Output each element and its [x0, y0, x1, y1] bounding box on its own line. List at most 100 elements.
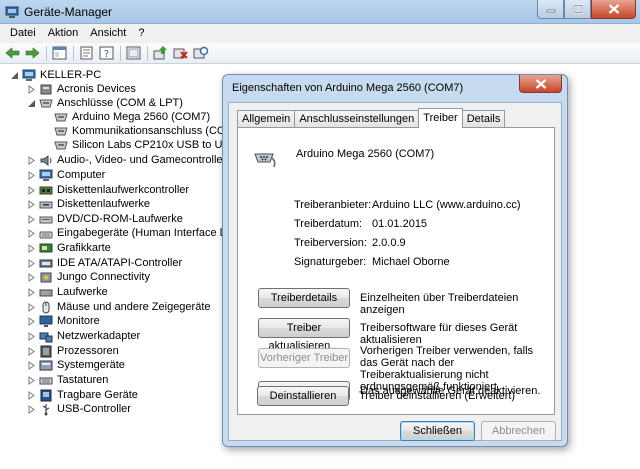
close-dialog-button[interactable]: Schließen [400, 421, 475, 441]
tree-category-monitors[interactable]: Monitore [27, 314, 100, 328]
floppy-icon [39, 201, 53, 208]
menu-datei[interactable]: Datei [4, 24, 42, 43]
tree-collapsed-icon[interactable] [27, 287, 36, 297]
tab-anschlusseinstellungen[interactable]: Anschlusseinstellungen [294, 110, 420, 127]
tab-details[interactable]: Details [461, 110, 506, 127]
tree-expanded-icon[interactable] [27, 99, 36, 108]
tree-collapsed-icon[interactable] [27, 375, 36, 385]
tree-category-graphics[interactable]: Grafikkarte [27, 241, 111, 255]
tree-category-network[interactable]: Netzwerkadapter [27, 329, 140, 343]
tree-collapsed-icon[interactable] [27, 228, 36, 238]
tree-category-cpu[interactable]: Prozessoren [27, 344, 119, 358]
tree-category-ide[interactable]: IDE ATA/ATAPI-Controller [27, 256, 182, 270]
tree-collapsed-icon[interactable] [27, 199, 36, 209]
close-window-button[interactable] [591, 0, 636, 19]
tree-category-mice[interactable]: Mäuse und andere Zeigegeräte [27, 300, 211, 314]
menu-bar: Datei Aktion Ansicht ? [0, 24, 640, 43]
tree-category-portable[interactable]: Tragbare Geräte [27, 388, 138, 402]
device-name: Arduino Mega 2560 (COM7) [296, 148, 435, 160]
tree-label: IDE ATA/ATAPI-Controller [57, 257, 183, 269]
processor-icon [40, 345, 52, 357]
tab-treiber[interactable]: Treiber [418, 108, 463, 128]
tree-collapsed-icon[interactable] [27, 214, 36, 224]
tree-category-floppy-controller[interactable]: Diskettenlaufwerkcontroller [27, 183, 189, 197]
tree-collapsed-icon[interactable] [27, 331, 36, 341]
forward-icon[interactable] [24, 45, 41, 61]
tree-label: Mäuse und andere Zeigegeräte [57, 301, 211, 313]
window-title: Geräte-Manager [24, 5, 113, 19]
tree-label: Computer [57, 169, 106, 181]
update-driver-button[interactable]: Treiber aktualisieren... [258, 318, 350, 352]
monitor-icon [39, 315, 53, 327]
console-tree-icon[interactable] [51, 45, 68, 61]
tree-root[interactable]: KELLER-PC [10, 68, 101, 82]
roll-back-driver-button[interactable]: Vorheriger Treiber [258, 348, 350, 368]
tree-root-label: KELLER-PC [40, 69, 102, 81]
uninstall-driver-button[interactable]: Deinstallieren [257, 386, 349, 406]
help-icon[interactable]: ? [98, 45, 115, 61]
cancel-button[interactable]: Abbrechen [481, 421, 556, 441]
tree-collapsed-icon[interactable] [27, 390, 36, 400]
uninstall-driver-desc: Treiber deinstallieren (Erweitert) [359, 390, 516, 402]
tree-category-audio[interactable]: Audio-, Video- und Gamecontroller [27, 153, 226, 167]
toolbar: ? [0, 43, 640, 64]
tree-category-system[interactable]: Systemgeräte [27, 358, 125, 372]
tree-label: Acronis Devices [57, 83, 136, 95]
uninstall-icon[interactable] [172, 45, 189, 61]
tree-device-com1[interactable]: Kommunikationsanschluss (COM1) [54, 124, 244, 138]
menu-aktion[interactable]: Aktion [42, 24, 85, 43]
tree-expanded-icon[interactable] [10, 71, 19, 80]
tree-category-jungo[interactable]: Jungo Connectivity [27, 270, 150, 284]
menu-help[interactable]: ? [132, 24, 150, 43]
menu-ansicht[interactable]: Ansicht [84, 24, 132, 43]
back-icon[interactable] [4, 45, 21, 61]
title-bar[interactable]: Geräte-Manager [0, 0, 640, 24]
tree-collapsed-icon[interactable] [27, 302, 36, 312]
digital-signer-label: Signaturgeber: [294, 256, 367, 268]
tree-label: Diskettenlaufwerke [57, 198, 150, 210]
tree-collapsed-icon[interactable] [27, 404, 36, 414]
tree-collapsed-icon[interactable] [27, 155, 36, 165]
tree-category-dvd[interactable]: DVD/CD-ROM-Laufwerke [27, 212, 183, 226]
tree-collapsed-icon[interactable] [27, 185, 36, 195]
scan-hardware-icon[interactable] [192, 45, 209, 61]
tree-label: Diskettenlaufwerkcontroller [57, 184, 190, 196]
graphics-card-icon [39, 243, 53, 252]
tree-label: Laufwerke [57, 286, 108, 298]
show-hide-icon[interactable] [125, 45, 142, 61]
dialog-body: Allgemein Anschlusseinstellungen Treiber… [228, 102, 562, 441]
tree-category-computer[interactable]: Computer [27, 168, 105, 182]
tree-collapsed-icon[interactable] [27, 272, 36, 282]
tree-collapsed-icon[interactable] [27, 346, 36, 356]
tree-category-acronis[interactable]: Acronis Devices [27, 82, 136, 96]
update-driver-icon[interactable] [152, 45, 169, 61]
minimize-button[interactable] [537, 0, 564, 19]
tree-category-drives[interactable]: Laufwerke [27, 285, 108, 299]
tree-category-hid[interactable]: Eingabegeräte (Human Interface Device [27, 226, 253, 240]
driver-details-desc: Einzelheiten über Treiberdateien anzeige… [360, 292, 519, 316]
device-manager-app-icon [5, 6, 19, 18]
controller-icon [39, 186, 53, 194]
portable-device-icon [40, 389, 52, 401]
tree-label: Grafikkarte [57, 242, 111, 254]
hard-drive-icon [39, 289, 53, 296]
tree-category-ports[interactable]: Anschlüsse (COM & LPT) [27, 96, 183, 110]
port-icon [54, 141, 68, 149]
tree-collapsed-icon[interactable] [27, 360, 36, 370]
maximize-button[interactable] [564, 0, 591, 19]
tree-device-arduino[interactable]: Arduino Mega 2560 (COM7) [54, 110, 210, 124]
driver-details-button[interactable]: Treiberdetails [258, 288, 350, 308]
tree-category-usb[interactable]: USB-Controller [27, 402, 131, 416]
tree-category-keyboards[interactable]: Tastaturen [27, 373, 108, 387]
dialog-close-button[interactable] [519, 75, 562, 93]
properties-icon[interactable] [78, 45, 95, 61]
tab-allgemein[interactable]: Allgemein [237, 110, 296, 127]
driver-date-value: 01.01.2015 [372, 218, 428, 230]
tree-collapsed-icon[interactable] [27, 170, 36, 180]
update-driver-desc: Treibersoftware für dieses Gerät aktuali… [360, 322, 518, 346]
tree-collapsed-icon[interactable] [27, 316, 36, 326]
tree-collapsed-icon[interactable] [27, 84, 36, 94]
tree-collapsed-icon[interactable] [27, 243, 36, 253]
tree-category-floppy-drives[interactable]: Diskettenlaufwerke [27, 197, 150, 211]
tree-collapsed-icon[interactable] [27, 258, 36, 268]
